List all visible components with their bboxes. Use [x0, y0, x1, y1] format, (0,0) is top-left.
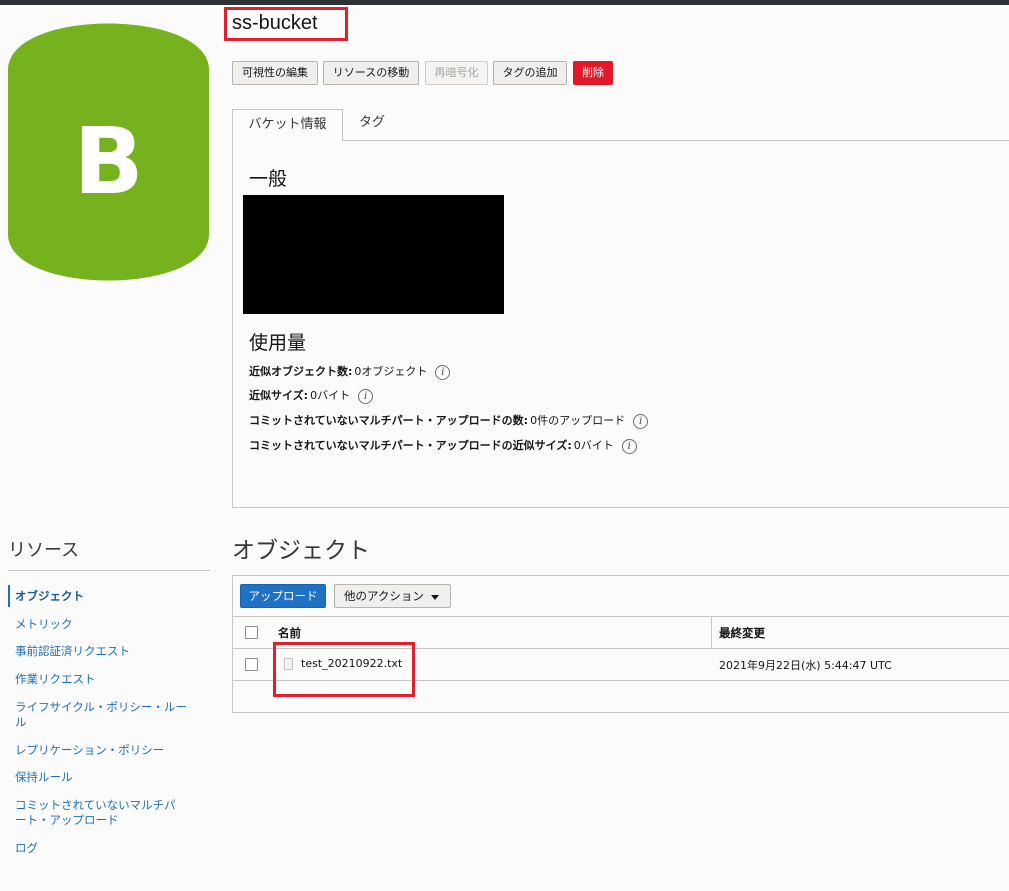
sidebar-item-objects[interactable]: オブジェクト: [15, 589, 200, 604]
more-actions-button[interactable]: 他のアクション: [334, 584, 451, 608]
sidebar-item-metrics[interactable]: メトリック: [15, 617, 200, 632]
info-icon[interactable]: i: [435, 364, 451, 380]
table-top-border: [233, 616, 1009, 617]
usage-object-count: 近似オブジェクト数: 0オブジェクト i: [249, 363, 451, 381]
usage-label: コミットされていないマルチパート・アップロードの数:: [249, 414, 529, 427]
usage-value: 0オブジェクト: [354, 365, 428, 378]
sidebar-item-retention-rules[interactable]: 保持ルール: [15, 770, 200, 785]
usage-size: 近似サイズ: 0バイト i: [249, 387, 374, 405]
column-header-modified[interactable]: 最終変更: [719, 625, 765, 641]
edit-visibility-button[interactable]: 可視性の編集: [232, 61, 318, 85]
file-icon: [284, 658, 293, 670]
sidebar-item-replication-policy[interactable]: レプリケーション・ポリシー: [15, 743, 200, 758]
table-header-border: [233, 648, 1009, 649]
usage-value: 0バイト: [310, 389, 351, 402]
table-row-border: [233, 680, 1009, 681]
general-heading: 一般: [249, 168, 288, 190]
tab-bucket-info[interactable]: バケット情報: [232, 109, 343, 141]
tab-tags[interactable]: タグ: [344, 109, 400, 139]
usage-label: 近似サイズ:: [249, 389, 309, 402]
nav-active-indicator: [8, 585, 10, 607]
info-icon[interactable]: i: [358, 388, 374, 404]
add-tags-button[interactable]: タグの追加: [493, 61, 567, 85]
row-checkbox[interactable]: [245, 658, 258, 671]
re-encrypt-button[interactable]: 再暗号化: [425, 61, 488, 85]
usage-multipart-count: コミットされていないマルチパート・アップロードの数: 0件のアップロード i: [249, 412, 649, 430]
usage-heading: 使用量: [249, 332, 307, 354]
page-title: ss-bucket: [232, 12, 318, 34]
column-divider: [711, 617, 712, 649]
resources-divider: [8, 570, 210, 571]
upload-button[interactable]: アップロード: [240, 584, 326, 608]
move-resource-button[interactable]: リソースの移動: [323, 61, 419, 85]
objects-heading: オブジェクト: [232, 538, 370, 564]
resources-heading: リソース: [8, 540, 80, 561]
usage-multipart-size: コミットされていないマルチパート・アップロードの近似サイズ: 0バイト i: [249, 437, 637, 455]
top-strip: [0, 0, 1009, 5]
sidebar-item-lifecycle-rules[interactable]: ライフサイクル・ポリシー・ルール: [15, 700, 187, 730]
chevron-down-icon: [431, 595, 439, 600]
sidebar-item-preauth-requests[interactable]: 事前認証済リクエスト: [15, 644, 200, 659]
bucket-icon: B: [8, 18, 209, 286]
info-icon[interactable]: i: [633, 413, 649, 429]
delete-button[interactable]: 削除: [573, 61, 613, 85]
info-icon[interactable]: i: [621, 438, 637, 454]
column-header-name[interactable]: 名前: [278, 625, 301, 641]
sidebar-item-uncommitted-multipart[interactable]: コミットされていないマルチパート・アップロード: [15, 798, 187, 828]
select-all-checkbox[interactable]: [245, 626, 258, 639]
object-name-link[interactable]: test_20210922.txt: [301, 657, 402, 670]
sidebar-item-work-requests[interactable]: 作業リクエスト: [15, 672, 200, 687]
object-modified: 2021年9月22日(水) 5:44:47 UTC: [719, 659, 892, 672]
sidebar-item-logs[interactable]: ログ: [15, 841, 200, 856]
usage-value: 0件のアップロード: [530, 414, 626, 427]
redacted-block: [243, 195, 504, 314]
more-actions-label: 他のアクション: [344, 589, 424, 603]
bucket-icon-letter: B: [73, 108, 144, 215]
usage-label: コミットされていないマルチパート・アップロードの近似サイズ:: [249, 439, 572, 452]
usage-label: 近似オブジェクト数:: [249, 365, 353, 378]
usage-value: 0バイト: [573, 439, 614, 452]
